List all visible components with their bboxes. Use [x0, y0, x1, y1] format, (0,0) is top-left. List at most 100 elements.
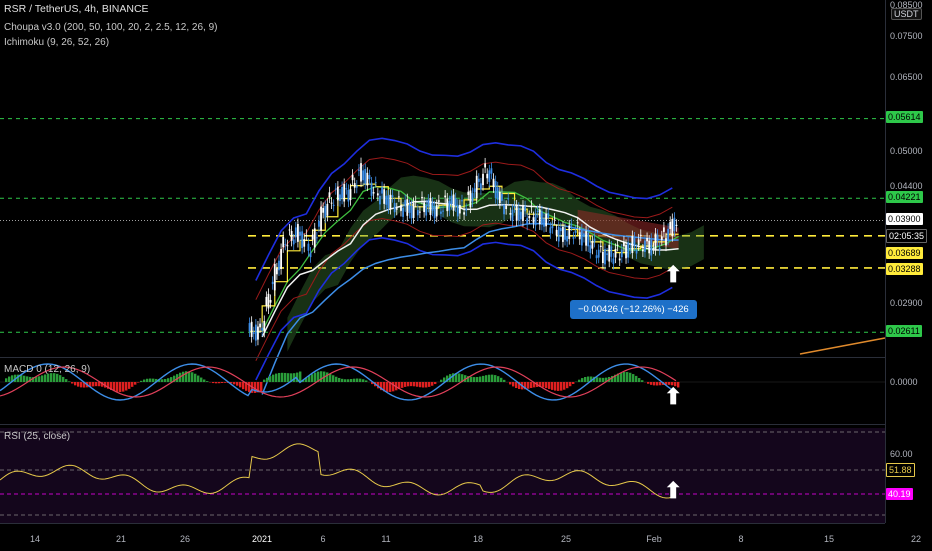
macd-bar: [635, 376, 637, 382]
date-axis[interactable]: [0, 523, 885, 551]
candle-body: [512, 210, 514, 221]
macd-bar: [263, 380, 265, 382]
candle-body: [570, 224, 572, 225]
last-price-tag: 0.03900: [886, 213, 923, 225]
candle-body: [413, 203, 415, 218]
chart-canvas[interactable]: [0, 0, 932, 550]
candle-body: [442, 211, 444, 212]
macd-bar: [194, 374, 196, 382]
candle-body: [289, 229, 291, 230]
macd-bar: [8, 377, 10, 382]
candle-body: [345, 188, 347, 189]
macd-bar: [224, 382, 226, 383]
macd-bar: [623, 372, 625, 382]
candle-body: [249, 323, 251, 331]
ichimoku-indicator-label[interactable]: Ichimoku (9, 26, 52, 26): [4, 37, 109, 48]
candle-body: [461, 200, 463, 201]
candle-body: [329, 192, 331, 197]
candle-body: [545, 214, 547, 227]
macd-bar: [338, 378, 340, 382]
pane-separator[interactable]: [0, 357, 885, 358]
candle-body: [337, 187, 339, 201]
price-tick: 0.07500: [890, 31, 923, 41]
macd-bar: [422, 382, 424, 388]
candle-body: [627, 242, 629, 257]
candle-body: [448, 201, 450, 210]
macd-bar: [233, 382, 235, 384]
candle-body: [444, 196, 446, 198]
candle-body: [404, 200, 406, 206]
macd-bar: [563, 382, 565, 390]
candle-body: [638, 239, 640, 245]
macd-bar: [191, 372, 193, 382]
candle-body: [373, 192, 375, 193]
macd-bar: [494, 375, 496, 382]
candle-body: [287, 245, 289, 246]
candle-body: [322, 208, 324, 213]
candle-body: [282, 237, 284, 247]
candle-body: [436, 205, 438, 216]
candle-body: [674, 218, 676, 231]
date-tick: 8: [738, 534, 743, 544]
candle-body: [301, 231, 303, 248]
candle-body: [503, 205, 505, 214]
candle-body: [621, 250, 623, 258]
candle-body: [472, 193, 474, 201]
macd-bar: [476, 377, 478, 382]
candle-body: [406, 199, 408, 216]
macd-bar: [341, 379, 343, 382]
macd-indicator-label[interactable]: MACD 0 (12, 26, 9): [4, 364, 90, 375]
candle-body: [507, 198, 509, 199]
candle-body: [347, 190, 349, 202]
macd-bar: [416, 382, 418, 387]
candle-body: [583, 233, 585, 236]
macd-bar: [23, 376, 25, 382]
macd-bar: [140, 381, 142, 382]
price-range-measure-label[interactable]: −0.00426 (−12.26%) −426: [570, 300, 697, 319]
candle-body: [396, 208, 398, 209]
candle-body: [364, 169, 366, 184]
candle-body: [320, 207, 322, 231]
candle-body: [425, 205, 427, 215]
candle-body: [606, 253, 608, 254]
date-tick: 2021: [252, 534, 272, 544]
macd-bar: [596, 377, 598, 382]
candle-body: [617, 245, 619, 246]
candle-body: [465, 209, 467, 211]
candle-body: [268, 294, 270, 309]
macd-bar: [38, 376, 40, 382]
rsi-indicator-label[interactable]: RSI (25, close): [4, 431, 70, 442]
macd-bar: [584, 377, 586, 382]
candle-body: [415, 201, 417, 202]
choupa-indicator-label[interactable]: Choupa v3.0 (200, 50, 100, 20, 2, 2.5, 1…: [4, 22, 218, 33]
candle-body: [417, 210, 419, 215]
macd-bar: [599, 378, 601, 382]
arrow-up-icon: ⬆: [664, 264, 682, 286]
candle-body: [419, 212, 421, 213]
macd-bar: [269, 376, 271, 382]
macd-bar: [308, 376, 310, 382]
macd-bar: [329, 374, 331, 382]
candle-body: [495, 181, 497, 198]
macd-bar: [419, 382, 421, 387]
candle-body: [295, 227, 297, 237]
candle-body: [554, 219, 556, 220]
date-tick: 15: [824, 534, 834, 544]
macd-bar: [200, 378, 202, 382]
candle-body: [318, 221, 320, 227]
candle-body: [591, 241, 593, 249]
candle-body: [385, 196, 387, 205]
pane-separator[interactable]: [0, 424, 885, 425]
macd-bar: [554, 382, 556, 391]
candle-body: [432, 203, 434, 211]
macd-bar: [236, 382, 238, 386]
macd-bar: [299, 372, 301, 382]
macd-bar: [473, 377, 475, 382]
macd-bar: [92, 382, 94, 386]
macd-bar: [284, 373, 286, 382]
macd-bar: [260, 382, 262, 391]
orange-trendline[interactable]: [800, 338, 885, 354]
symbol-title[interactable]: RSR / TetherUS, 4h, BINANCE: [4, 3, 149, 15]
macd-bar: [653, 382, 655, 385]
macd-bar: [59, 375, 61, 382]
